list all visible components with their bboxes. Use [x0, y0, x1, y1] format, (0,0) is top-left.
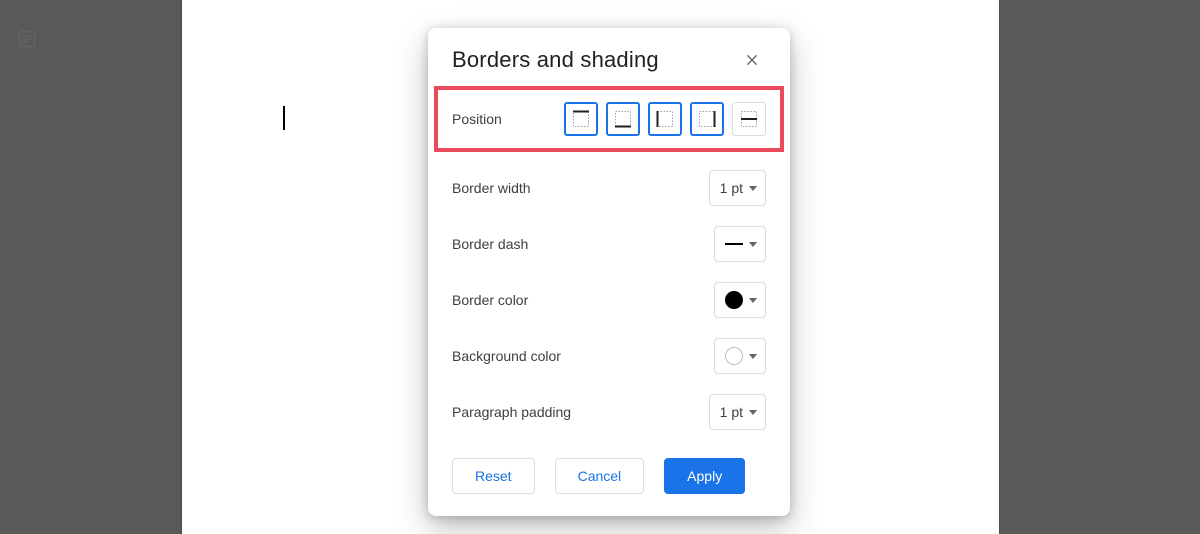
position-border-left[interactable] [648, 102, 682, 136]
apply-label: Apply [687, 468, 722, 484]
border-left-icon [656, 110, 674, 128]
border-dash-label: Border dash [452, 236, 528, 252]
border-right-icon [698, 110, 716, 128]
chevron-down-icon [749, 242, 757, 247]
color-swatch-black [725, 291, 743, 309]
position-border-bottom[interactable] [606, 102, 640, 136]
border-top-icon [572, 110, 590, 128]
reset-button[interactable]: Reset [452, 458, 535, 494]
position-options [564, 102, 766, 136]
position-border-between[interactable] [732, 102, 766, 136]
reset-label: Reset [475, 468, 512, 484]
dialog-footer: Reset Cancel Apply [428, 440, 790, 494]
list-outline-icon [17, 29, 37, 49]
background-color-select[interactable] [714, 338, 766, 374]
background-color-row: Background color [428, 328, 790, 384]
border-width-select[interactable]: 1 pt [709, 170, 766, 206]
dash-solid-icon [725, 243, 743, 245]
border-color-label: Border color [452, 292, 528, 308]
document-outline-button[interactable] [16, 28, 38, 50]
border-width-value: 1 pt [720, 180, 743, 196]
dialog-title: Borders and shading [452, 47, 659, 73]
border-color-select[interactable] [714, 282, 766, 318]
position-row-highlight: Position [434, 86, 784, 152]
cancel-label: Cancel [578, 468, 622, 484]
background-color-label: Background color [452, 348, 561, 364]
border-color-row: Border color [428, 272, 790, 328]
cancel-button[interactable]: Cancel [555, 458, 645, 494]
close-icon [744, 52, 760, 68]
border-between-icon [740, 110, 758, 128]
border-dash-row: Border dash [428, 216, 790, 272]
paragraph-padding-label: Paragraph padding [452, 404, 571, 420]
borders-and-shading-dialog: Borders and shading Position [428, 28, 790, 516]
border-width-row: Border width 1 pt [428, 160, 790, 216]
paragraph-padding-select[interactable]: 1 pt [709, 394, 766, 430]
border-dash-select[interactable] [714, 226, 766, 262]
border-width-label: Border width [452, 180, 531, 196]
dialog-header: Borders and shading [428, 28, 790, 84]
close-button[interactable] [738, 46, 766, 74]
color-swatch-none [725, 347, 743, 365]
text-cursor [283, 106, 285, 130]
position-border-right[interactable] [690, 102, 724, 136]
paragraph-padding-row: Paragraph padding 1 pt [428, 384, 790, 440]
chevron-down-icon [749, 410, 757, 415]
chevron-down-icon [749, 354, 757, 359]
chevron-down-icon [749, 186, 757, 191]
position-label: Position [452, 111, 502, 127]
paragraph-padding-value: 1 pt [720, 404, 743, 420]
apply-button[interactable]: Apply [664, 458, 745, 494]
chevron-down-icon [749, 298, 757, 303]
border-bottom-icon [614, 110, 632, 128]
position-border-top[interactable] [564, 102, 598, 136]
